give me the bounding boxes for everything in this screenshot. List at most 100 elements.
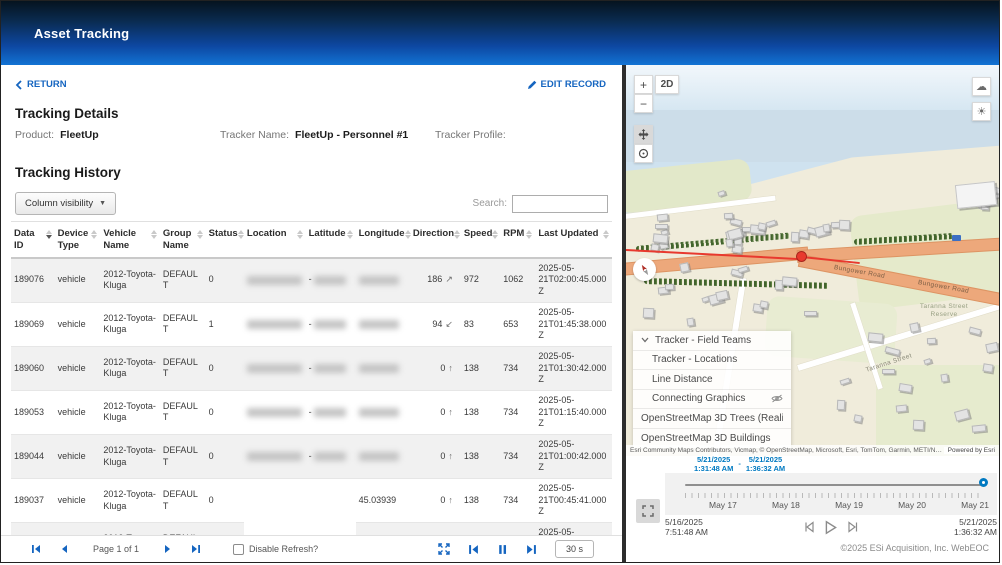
compass-button[interactable] <box>633 258 656 281</box>
column-header-vehicle-name[interactable]: Vehicle Name <box>100 222 160 258</box>
compass-needle-icon <box>635 260 654 279</box>
product-value: FleetUp <box>60 129 99 141</box>
fit-extent-icon[interactable] <box>438 543 450 555</box>
map-building <box>724 213 733 219</box>
column-visibility-button[interactable]: Column visibility ▼ <box>15 192 116 215</box>
last-page-button[interactable] <box>191 544 201 554</box>
first-page-button[interactable] <box>31 544 41 554</box>
layer-list-panel: Tracker - Field Teams Tracker - Location… <box>633 331 791 448</box>
next-page-button[interactable] <box>163 544 173 554</box>
table-row[interactable]: 189044vehicle2012-Toyota-KlugaDEFAULT0- … <box>11 435 612 479</box>
map-building <box>759 300 768 309</box>
direction-arrow-icon: ↙ <box>445 319 453 329</box>
timeline-date-label: May 20 <box>898 500 926 510</box>
timeline-date-label: May 21 <box>961 500 989 510</box>
redacted-latitude <box>314 364 346 373</box>
refresh-interval-box[interactable]: 30 s <box>555 540 594 558</box>
tracker-location-marker[interactable] <box>796 251 807 262</box>
direction-arrow-icon: ↑ <box>448 363 453 373</box>
time-slider: May 17May 18May 19May 20May 21 5/16/2025… <box>626 473 999 534</box>
timeline-start-time: 5/16/20257:51:48 AM <box>665 517 708 537</box>
pencil-icon <box>527 80 537 90</box>
table-row[interactable]: 189060vehicle2012-Toyota-KlugaDEFAULT0- … <box>11 346 612 390</box>
redacted-latitude <box>314 320 346 329</box>
column-header-latitude[interactable]: Latitude <box>306 222 356 258</box>
map-building <box>955 181 997 209</box>
direction-arrow-icon: ↑ <box>448 451 453 461</box>
search-label: Search: <box>473 198 507 209</box>
map-building <box>679 262 690 273</box>
redacted-longitude <box>359 408 399 417</box>
column-header-last-updated[interactable]: Last Updated <box>535 222 612 258</box>
map-building <box>839 220 851 231</box>
playback-start-button[interactable] <box>468 544 479 555</box>
timeline-handle[interactable] <box>979 478 988 487</box>
column-header-group-name[interactable]: Group Name <box>160 222 206 258</box>
expand-icon <box>642 505 654 517</box>
zoom-out-button[interactable]: − <box>634 94 653 113</box>
chevron-left-icon <box>15 80 23 90</box>
column-header-longitude[interactable]: Longitude <box>356 222 410 258</box>
redacted-latitude <box>314 276 346 285</box>
column-header-direction[interactable]: Direction <box>410 222 461 258</box>
reserve-label: Taranna Street Reserve <box>918 303 970 319</box>
step-back-button[interactable] <box>804 521 815 533</box>
layer-item-connecting-graphics[interactable]: Connecting Graphics <box>633 390 791 410</box>
timeline-end-time: 5/21/20251:36:32 AM <box>954 517 997 537</box>
layer-group-tracker-field-teams[interactable]: Tracker - Field Teams <box>633 331 791 351</box>
tracking-panel: RETURN EDIT RECORD Tracking Details Prod… <box>1 65 622 562</box>
app-title: Asset Tracking <box>1 26 129 41</box>
pan-icon <box>638 129 649 140</box>
column-header-status[interactable]: Status <box>206 222 244 258</box>
expand-timeline-button[interactable] <box>636 499 660 523</box>
tracking-details-fields: Product: FleetUp Tracker Name: FleetUp -… <box>1 125 622 155</box>
timeline-date-label: May 17 <box>709 500 737 510</box>
disable-refresh-checkbox[interactable] <box>233 544 244 555</box>
map-building <box>804 311 817 316</box>
tracking-details-heading: Tracking Details <box>1 96 622 125</box>
column-header-device-type[interactable]: Device Type <box>55 222 101 258</box>
edit-record-button[interactable]: EDIT RECORD <box>527 79 606 90</box>
column-header-speed[interactable]: Speed <box>461 222 500 258</box>
map-building <box>653 233 669 244</box>
column-header-rpm[interactable]: RPM <box>500 222 535 258</box>
layer-item-tracker-locations[interactable]: Tracker - Locations <box>633 351 791 371</box>
map-building <box>913 420 925 431</box>
table-row[interactable]: 189076vehicle2012-Toyota-KlugaDEFAULT0- … <box>11 258 612 303</box>
map-green-area <box>876 365 999 456</box>
sort-icon <box>46 230 52 252</box>
pan-tool-button[interactable] <box>634 125 653 144</box>
zoom-in-button[interactable]: + <box>634 75 653 94</box>
map-building <box>972 424 987 432</box>
playback-pause-button[interactable] <box>497 544 508 555</box>
layer-item-line-distance[interactable]: Line Distance <box>633 370 791 390</box>
column-header-data-id[interactable]: Data ID <box>11 222 55 258</box>
search-input[interactable] <box>512 195 608 213</box>
play-button[interactable] <box>824 520 838 535</box>
previous-page-button[interactable] <box>59 544 69 554</box>
table-row[interactable]: 189037vehicle2012-Toyota-KlugaDEFAULT045… <box>11 479 612 523</box>
map-building <box>909 322 920 333</box>
redacted-latitude <box>314 452 346 461</box>
map-building <box>837 400 846 410</box>
table-row[interactable]: 189053vehicle2012-Toyota-KlugaDEFAULT0- … <box>11 390 612 434</box>
tracker-name-label: Tracker Name: <box>220 129 289 141</box>
map-building <box>868 332 884 343</box>
redacted-location <box>247 276 302 285</box>
column-header-location[interactable]: Location <box>244 222 306 258</box>
table-row[interactable]: 189069vehicle2012-Toyota-KlugaDEFAULT1- … <box>11 302 612 346</box>
sort-icon <box>197 230 203 252</box>
map-3d-scene[interactable]: Bungower Road Bungower Road Taranna Stre… <box>626 65 999 456</box>
step-forward-button[interactable] <box>847 521 858 533</box>
timeline-track[interactable] <box>685 484 981 486</box>
weather-button[interactable]: ☁ <box>972 77 991 96</box>
playback-end-button[interactable] <box>526 544 537 555</box>
daylight-button[interactable]: ☀ <box>972 102 991 121</box>
rotate-tool-button[interactable] <box>634 144 653 163</box>
layer-item-openstreetmap-3d-trees-realistic-[interactable]: OpenStreetMap 3D Trees (Realistic) <box>633 409 791 429</box>
map-building <box>686 318 694 327</box>
tracker-profile-label: Tracker Profile: <box>435 129 506 141</box>
return-button[interactable]: RETURN <box>15 79 67 90</box>
toggle-2d-button[interactable]: 2D <box>655 75 679 94</box>
sort-icon <box>526 230 532 240</box>
